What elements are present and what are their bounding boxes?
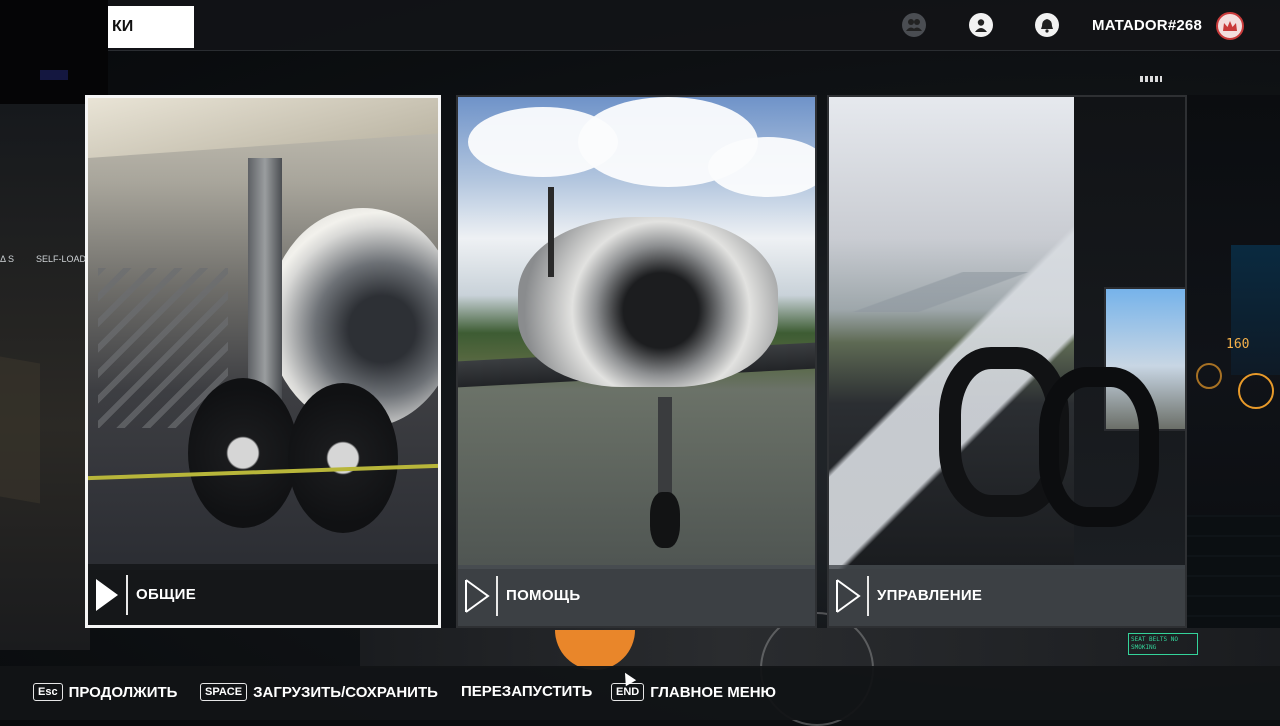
main-menu-label: ГЛАВНОЕ МЕНЮ xyxy=(650,683,777,701)
chevron-right-icon xyxy=(94,575,124,615)
card-help[interactable]: ПОМОЩЬ xyxy=(456,95,817,628)
side-label-left: Δ S xyxy=(0,254,15,264)
background-warning-box: SEAT BELTS NO SMOKING xyxy=(1128,633,1198,655)
background-gauge xyxy=(1238,373,1274,409)
user-icon xyxy=(975,19,987,32)
landing-gear-image xyxy=(88,98,438,570)
continue-button[interactable]: Esc ПРОДОЛЖИТЬ xyxy=(33,683,177,701)
social-icon[interactable] xyxy=(902,13,926,37)
end-key-hint: END xyxy=(611,683,645,701)
space-key-hint: SPACE xyxy=(200,683,248,701)
card-help-label: ПОМОЩЬ xyxy=(506,587,581,604)
propeller-plane-image xyxy=(458,97,815,569)
card-general-footer: ОБЩИЕ xyxy=(88,564,438,625)
notification-icon[interactable] xyxy=(1035,13,1059,37)
speed-readout: 160 xyxy=(1226,337,1250,352)
title-blip xyxy=(40,70,68,80)
title-dark-area xyxy=(0,0,108,104)
background-engine-display xyxy=(1186,515,1280,635)
top-bar: КИ MATADOR#268 xyxy=(0,0,1280,104)
bell-icon xyxy=(1041,18,1053,33)
username[interactable]: MATADOR#268 xyxy=(1092,17,1208,34)
card-controls-footer: УПРАВЛЕНИЕ xyxy=(829,565,1185,626)
chevron-right-icon xyxy=(464,576,494,616)
restart-button[interactable]: ПЕРЕЗАПУСТИТЬ xyxy=(461,683,592,700)
background-stripe xyxy=(1140,76,1162,82)
card-controls-label: УПРАВЛЕНИЕ xyxy=(877,587,983,604)
background-left-panel xyxy=(0,356,40,504)
load-save-label: ЗАГРУЗИТЬ/СОХРАНИТЬ xyxy=(253,683,438,701)
load-save-button[interactable]: SPACE ЗАГРУЗИТЬ/СОХРАНИТЬ xyxy=(200,683,438,701)
background-display xyxy=(1231,245,1280,375)
chevron-right-icon xyxy=(835,576,865,616)
card-general[interactable]: ОБЩИЕ xyxy=(85,95,441,628)
cockpit-image xyxy=(829,97,1185,569)
restart-label: ПЕРЕЗАПУСТИТЬ xyxy=(461,683,593,700)
card-help-footer: ПОМОЩЬ xyxy=(458,565,815,626)
bottom-bar: Esc ПРОДОЛЖИТЬ SPACE ЗАГРУЗИТЬ/СОХРАНИТЬ… xyxy=(0,666,1280,720)
card-general-label: ОБЩИЕ xyxy=(136,586,197,603)
background-right-cockpit: 160 xyxy=(1186,95,1280,635)
main-menu-button[interactable]: END ГЛАВНОЕ МЕНЮ xyxy=(611,683,776,701)
crown-icon[interactable] xyxy=(1216,12,1244,40)
background-gauge-small xyxy=(1196,363,1222,389)
esc-key-hint: Esc xyxy=(33,683,63,701)
card-controls[interactable]: УПРАВЛЕНИЕ xyxy=(827,95,1187,628)
continue-label: ПРОДОЛЖИТЬ xyxy=(68,683,178,701)
friends-icon xyxy=(906,19,922,31)
profile-icon[interactable] xyxy=(969,13,993,37)
page-title: КИ xyxy=(108,6,194,48)
crown-glyph-icon xyxy=(1223,21,1237,31)
